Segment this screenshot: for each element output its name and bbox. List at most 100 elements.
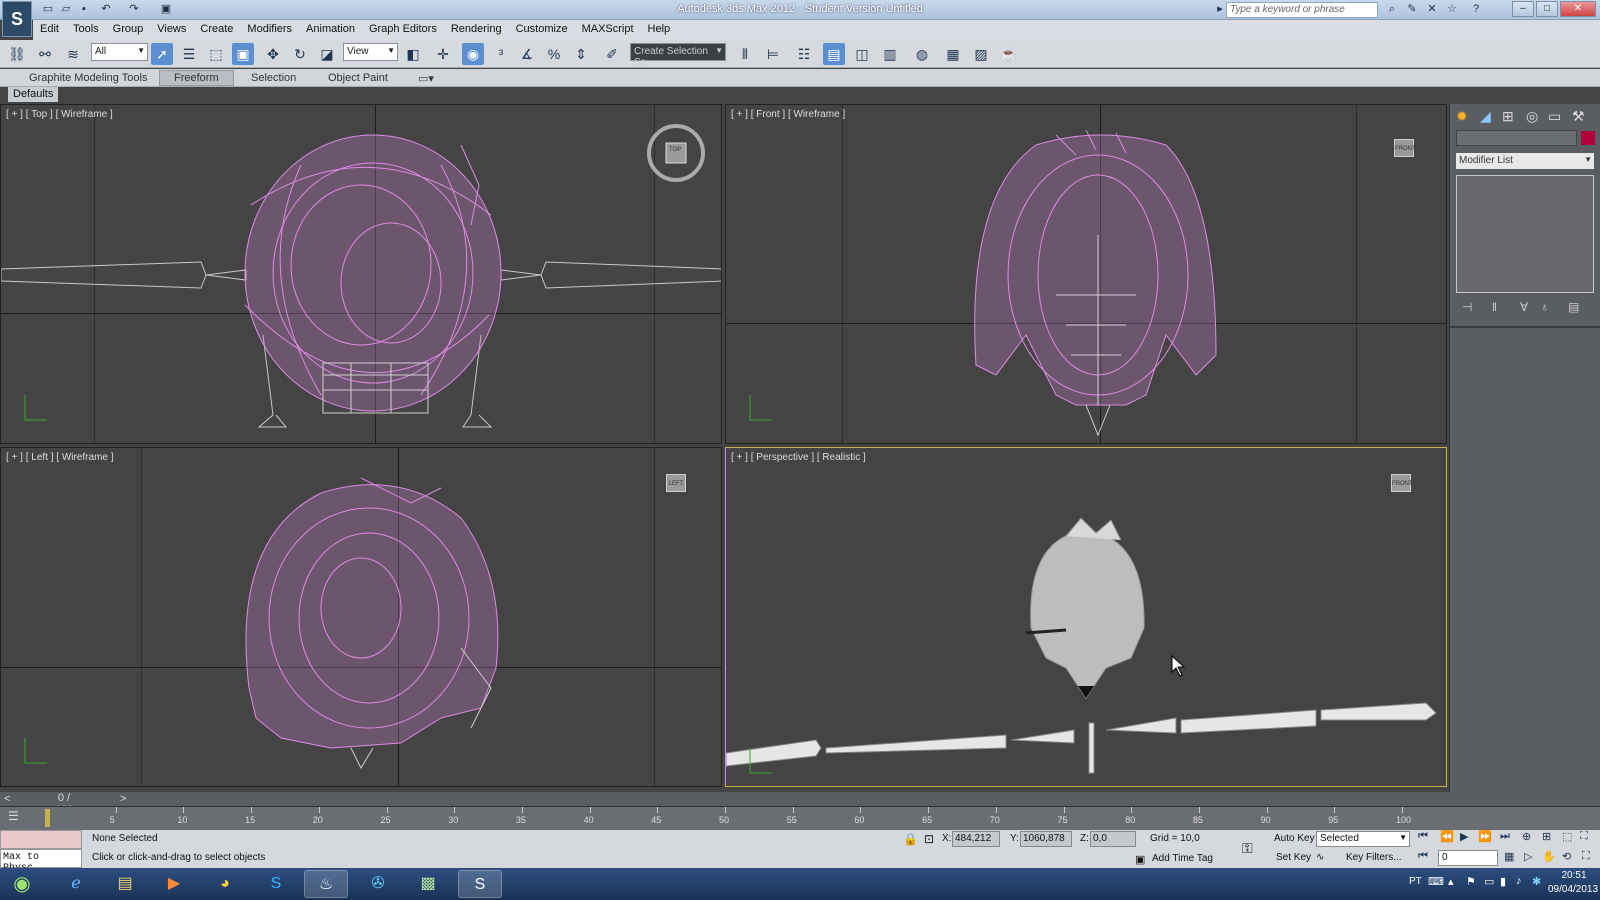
mirror-icon[interactable]: ⫴: [734, 43, 756, 65]
mini-curve-editor-icon[interactable]: ☰: [8, 809, 28, 827]
select-and-link-icon[interactable]: ⛓: [6, 43, 28, 65]
redo-icon[interactable]: ↷: [126, 2, 142, 17]
modifier-stack[interactable]: [1456, 175, 1594, 293]
ribbon-title[interactable]: Graphite Modeling Tools: [29, 72, 147, 84]
menu-customize[interactable]: Customize: [509, 20, 575, 38]
maximize-button[interactable]: □: [1536, 1, 1558, 17]
front-viewcube[interactable]: FRONT: [1394, 139, 1416, 157]
show-end-result-icon[interactable]: ‖: [1492, 300, 1497, 314]
spinner-snap-icon[interactable]: ⇕: [570, 43, 592, 65]
set-key-button[interactable]: Set Key: [1276, 852, 1311, 863]
maxscript-listener-pink[interactable]: [0, 830, 82, 849]
internet-explorer-icon[interactable]: ℯ: [54, 870, 98, 898]
go-to-end-icon[interactable]: ⏭: [1500, 830, 1510, 843]
time-slider-thumb[interactable]: [45, 809, 50, 827]
edit-named-selection-icon[interactable]: ✐: [601, 43, 623, 65]
rendered-frame-window-icon[interactable]: ▨: [970, 43, 992, 65]
menu-views[interactable]: Views: [150, 20, 193, 38]
maximize-viewport-icon[interactable]: ⛶: [1580, 830, 1588, 843]
green-app-icon[interactable]: ▩: [406, 870, 450, 898]
track-bar[interactable]: ☰ 5 10 15 20 25 30 35 40 45 50 55 60 65 70 75 80 85 90 95 1…: [0, 806, 1600, 830]
menu-create[interactable]: Create: [193, 20, 240, 38]
maximize-toggle-icon[interactable]: ⛶: [1582, 850, 1590, 863]
minimize-button[interactable]: –: [1512, 1, 1534, 17]
tab-freeform[interactable]: Freeform: [159, 70, 234, 86]
language-indicator[interactable]: PT: [1409, 876, 1422, 887]
previous-frame-icon[interactable]: ⏪: [1440, 830, 1454, 843]
object-color-swatch[interactable]: [1581, 131, 1595, 145]
align-icon[interactable]: ⊨: [762, 43, 784, 65]
communication-icon[interactable]: ✎: [1404, 2, 1420, 17]
viewport-perspective-label[interactable]: [ + ] [ Perspective ] [ Realistic ]: [731, 452, 866, 463]
tab-object-paint[interactable]: Object Paint: [328, 72, 388, 84]
select-and-rotate-icon[interactable]: ↻: [289, 43, 311, 65]
angle-snap-icon[interactable]: ∡: [516, 43, 538, 65]
select-and-move-icon[interactable]: ✥: [262, 43, 284, 65]
hierarchy-tab-icon[interactable]: ⊞: [1502, 108, 1514, 125]
pan-view-icon[interactable]: ✋: [1542, 850, 1556, 863]
menu-maxscript[interactable]: MAXScript: [575, 20, 641, 38]
exchange-icon[interactable]: ✕: [1424, 2, 1440, 17]
viewport-top[interactable]: [ + ] [ Top ] [ Wireframe ] TOP: [0, 104, 722, 444]
select-by-name-icon[interactable]: ☰: [178, 43, 200, 65]
keyboard-shortcut-override-icon[interactable]: ◉: [462, 43, 484, 65]
configure-modifier-sets-icon[interactable]: ▤: [1568, 300, 1579, 314]
menu-tools[interactable]: Tools: [66, 20, 106, 38]
curve-editor-icon[interactable]: ◫: [851, 43, 873, 65]
key-icon[interactable]: ⚿: [1242, 840, 1253, 857]
selection-filter-dropdown[interactable]: All ▼: [91, 43, 148, 61]
pivot-center-icon[interactable]: ◧: [402, 43, 424, 65]
menu-modifiers[interactable]: Modifiers: [240, 20, 299, 38]
motion-tab-icon[interactable]: ◎: [1526, 108, 1538, 125]
create-tab-icon[interactable]: ✹: [1456, 108, 1468, 125]
file-explorer-icon[interactable]: ▤: [103, 870, 147, 898]
open-file-icon[interactable]: ▱: [58, 2, 74, 17]
modify-tab-icon[interactable]: ◢: [1480, 108, 1491, 125]
select-manipulate-icon[interactable]: ✛: [432, 43, 454, 65]
menu-animation[interactable]: Animation: [299, 20, 362, 38]
key-filters-button[interactable]: Key Filters...: [1346, 852, 1402, 863]
pin-stack-icon[interactable]: ⊣: [1462, 300, 1472, 314]
named-selection-dropdown[interactable]: Create Selection Se ▼: [630, 43, 726, 68]
start-button-icon[interactable]: ◉: [2, 870, 42, 898]
ribbon-options-icon[interactable]: ▭▾: [418, 72, 434, 85]
window-crossing-icon[interactable]: ▣: [232, 43, 254, 65]
search-input[interactable]: Type a keyword or phrase: [1226, 2, 1378, 18]
object-name-field[interactable]: [1456, 130, 1577, 146]
close-button[interactable]: ✕: [1560, 1, 1596, 17]
zoom-all-icon[interactable]: ⊞: [1542, 830, 1551, 843]
volume-tray-icon[interactable]: ♪: [1516, 875, 1522, 887]
add-time-tag[interactable]: Add Time Tag: [1152, 853, 1213, 864]
render-production-icon[interactable]: ☕: [998, 43, 1020, 65]
key-mode-dropdown[interactable]: Selected ▼: [1316, 831, 1410, 847]
new-file-icon[interactable]: ▭: [40, 2, 56, 17]
menu-help[interactable]: Help: [641, 20, 678, 38]
viewport-left[interactable]: [ + ] [ Left ] [ Wireframe ] LEFT: [0, 447, 722, 787]
auto-key-button[interactable]: Auto Key: [1274, 833, 1315, 844]
time-configuration-icon[interactable]: ▦: [1504, 850, 1514, 863]
make-unique-icon[interactable]: ∀: [1520, 300, 1528, 314]
steam-icon[interactable]: ♨: [304, 870, 348, 898]
monitor-tray-icon[interactable]: ▭: [1484, 875, 1494, 888]
network-app-icon[interactable]: ✇: [356, 870, 400, 898]
zoom-icon[interactable]: ⊕: [1522, 830, 1531, 843]
rectangular-selection-icon[interactable]: ⬚: [205, 43, 227, 65]
top-viewcube[interactable]: [646, 123, 706, 183]
defaults-label[interactable]: Defaults: [8, 87, 58, 102]
application-button[interactable]: S: [2, 1, 32, 37]
reference-coordinate-dropdown[interactable]: View ▼: [343, 43, 398, 61]
next-frame-icon[interactable]: ⏩: [1478, 830, 1492, 843]
undo-icon[interactable]: ↶: [98, 2, 114, 17]
perspective-viewcube[interactable]: FRONT: [1391, 474, 1413, 492]
media-player-icon[interactable]: ▶: [152, 870, 196, 898]
percent-snap-icon[interactable]: %: [543, 43, 565, 65]
modifier-list-dropdown[interactable]: Modifier List ▼: [1456, 153, 1594, 169]
display-tab-icon[interactable]: ▭: [1548, 108, 1561, 125]
network-tray-icon[interactable]: ▮: [1500, 875, 1506, 888]
left-viewcube[interactable]: LEFT: [666, 474, 686, 492]
project-folder-icon[interactable]: ▣: [158, 2, 174, 17]
layer-manager-icon[interactable]: ☷: [793, 43, 815, 65]
viewport-top-label[interactable]: [ + ] [ Top ] [ Wireframe ]: [6, 109, 113, 120]
add-time-tag-icon[interactable]: ▣: [1135, 853, 1145, 866]
save-file-icon[interactable]: ▪: [76, 2, 92, 17]
